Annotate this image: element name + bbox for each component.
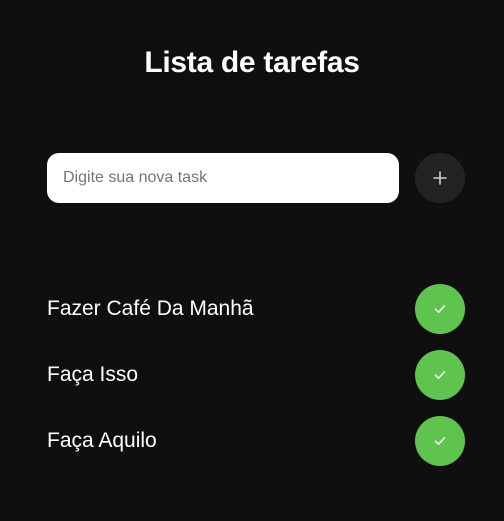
check-icon bbox=[434, 305, 446, 313]
task-label: Fazer Café Da Manhã bbox=[47, 297, 254, 320]
add-task-button[interactable] bbox=[415, 153, 465, 203]
task-item: Faça Isso bbox=[47, 350, 465, 400]
task-label: Faça Aquilo bbox=[47, 429, 157, 452]
task-item: Fazer Café Da Manhã bbox=[47, 284, 465, 334]
new-task-row bbox=[47, 153, 465, 203]
complete-task-button[interactable] bbox=[415, 350, 465, 400]
check-icon bbox=[434, 437, 446, 445]
complete-task-button[interactable] bbox=[415, 284, 465, 334]
complete-task-button[interactable] bbox=[415, 416, 465, 466]
check-icon bbox=[434, 371, 446, 379]
page-title: Lista de tarefas bbox=[144, 46, 360, 80]
new-task-input[interactable] bbox=[47, 153, 399, 203]
task-list: Fazer Café Da Manhã Faça Isso Faça Aquil… bbox=[47, 284, 465, 482]
task-label: Faça Isso bbox=[47, 363, 139, 386]
plus-icon bbox=[433, 171, 447, 185]
task-item: Faça Aquilo bbox=[47, 416, 465, 466]
